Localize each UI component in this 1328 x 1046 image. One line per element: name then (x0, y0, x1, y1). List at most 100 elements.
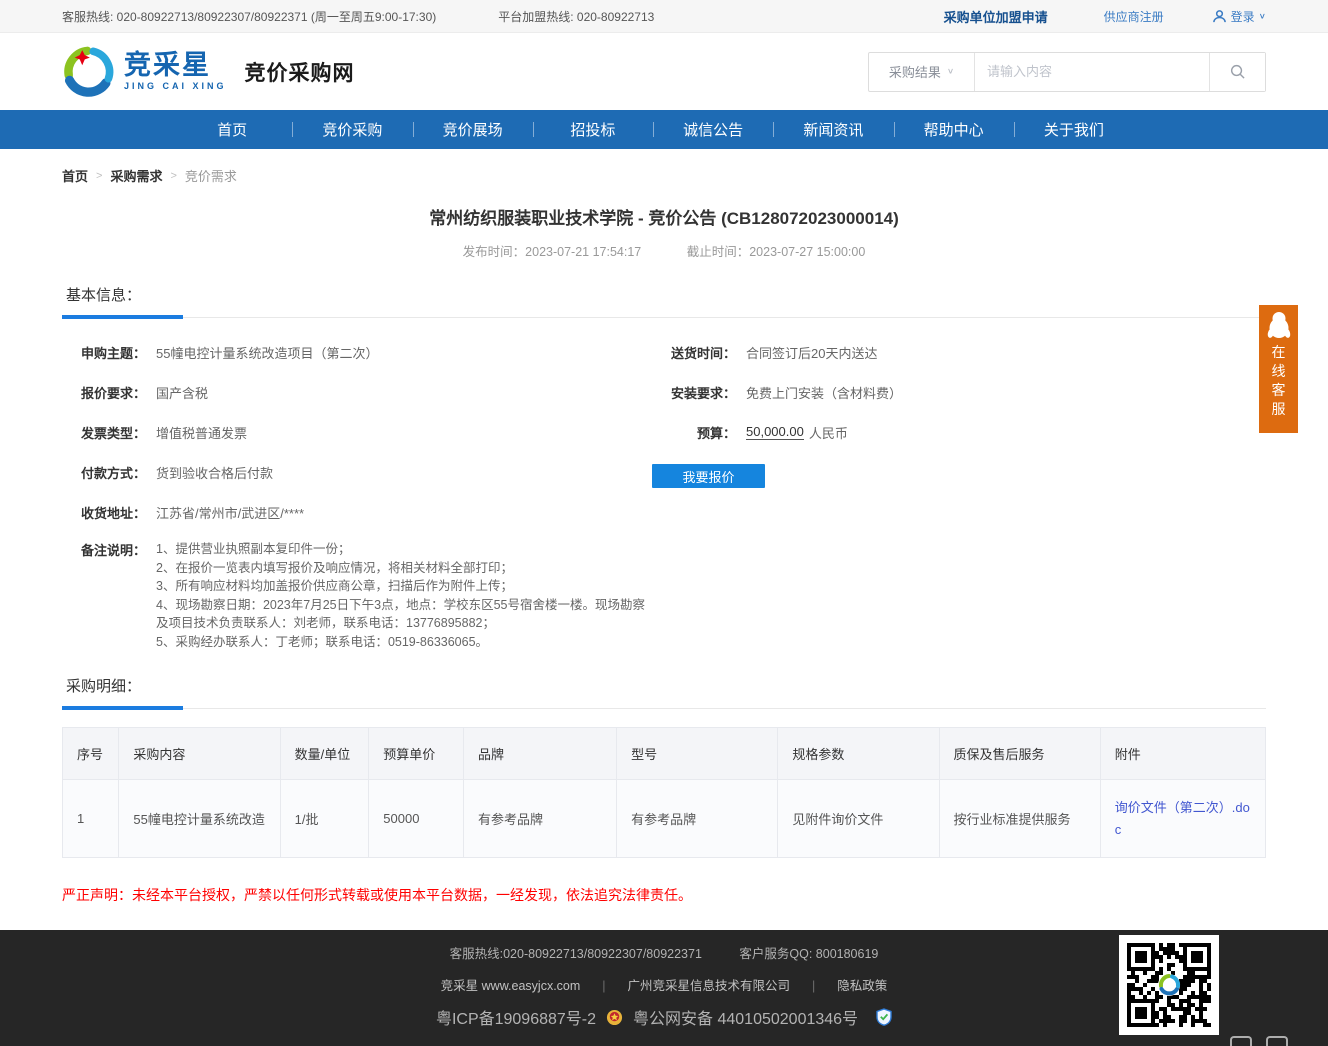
cell-qty-unit: 1/批 (280, 780, 369, 858)
info-row-remarks: 备注说明： 1、提供营业执照副本复印件一份； 2、在报价一览表内填写报价及响应情… (62, 540, 652, 651)
footer: 客服热线:020-80922713/80922307/80922371 客户服务… (0, 930, 1328, 1046)
field-value: 增值税普通发票 (156, 423, 247, 442)
legal-warning: 严正声明：未经本平台授权，严禁以任何形式转载或使用本平台数据，一经发现，依法追究… (62, 885, 1266, 905)
login-link[interactable]: 登录 ∨ (1212, 8, 1266, 25)
cell-seq: 1 (63, 780, 119, 858)
search-category-select[interactable]: 采购结果 ∨ (869, 53, 975, 91)
nav-item-help-center[interactable]: 帮助中心 (894, 110, 1014, 149)
search-button[interactable] (1209, 53, 1265, 91)
remark-line: 2、在报价一览表内填写报价及响应情况，将相关材料全部打印； (156, 559, 652, 578)
field-label: 付款方式： (62, 463, 146, 482)
qq-penguin-icon (1266, 311, 1292, 339)
info-row-payment: 付款方式： 货到验收合格后付款 (62, 452, 652, 492)
purchase-detail-table: 序号 采购内容 数量/单位 预算单价 品牌 型号 规格参数 质保及售后服务 附件… (62, 727, 1266, 858)
topbar: 客服热线: 020-80922713/80922307/80922371 (周一… (0, 0, 1328, 33)
supplier-register-link[interactable]: 供应商注册 (1104, 8, 1164, 25)
footer-link-site[interactable]: 竞采星 www.easyjcx.com (441, 979, 581, 993)
main-nav: 首页 竞价采购 竞价展场 招投标 诚信公告 新闻资讯 帮助中心 关于我们 (0, 110, 1328, 149)
search-box: 采购结果 ∨ (868, 52, 1266, 92)
qr-code (1119, 935, 1219, 1035)
footer-link-privacy[interactable]: 隐私政策 (837, 979, 887, 993)
field-label: 安装要求： (652, 383, 736, 402)
basic-info-grid: 申购主题： 55幢电控计量系统改造项目（第二次） 报价要求： 国产含税 发票类型… (62, 332, 1266, 651)
service-hotline: 客服热线: 020-80922713/80922307/80922371 (周一… (62, 8, 436, 25)
breadcrumb-separator: > (96, 170, 102, 182)
field-value: 免费上门安装（含材料费） (746, 383, 902, 402)
search-icon (1229, 63, 1246, 80)
footer-separator: | (812, 979, 815, 993)
info-row-delivery-address: 收货地址： 江苏省/常州市/武进区/**** (62, 492, 652, 532)
nav-item-bidding-hall[interactable]: 竞价展场 (413, 110, 533, 149)
field-label: 预算： (652, 423, 736, 442)
cell-content: 55幢电控计量系统改造 (119, 780, 280, 858)
breadcrumb: 首页 > 采购需求 > 竞价需求 (62, 166, 1266, 185)
site-logo[interactable]: 竞采星 JING CAI XING (62, 45, 227, 99)
float-toolbar-partial[interactable] (1230, 1036, 1288, 1046)
chevron-down-icon: ∨ (1259, 12, 1266, 21)
col-brand: 品牌 (463, 728, 616, 780)
col-warranty: 质保及售后服务 (939, 728, 1100, 780)
table-row: 1 55幢电控计量系统改造 1/批 50000 有参考品牌 有参考品牌 见附件询… (63, 780, 1266, 858)
nav-item-news[interactable]: 新闻资讯 (773, 110, 893, 149)
field-value: 合同签订后20天内送达 (746, 343, 877, 362)
online-service-tab[interactable]: 在线客服 (1259, 305, 1298, 433)
footer-separator: | (602, 979, 605, 993)
info-row-delivery-time: 送货时间： 合同签订后20天内送达 (652, 332, 1266, 372)
search-input[interactable] (975, 53, 1209, 91)
logo-text: 竞采星 (124, 52, 227, 79)
float-icon[interactable] (1230, 1036, 1252, 1046)
quote-button[interactable]: 我要报价 (652, 464, 765, 488)
online-service-label: 在线客服 (1271, 343, 1287, 419)
login-label: 登录 (1231, 8, 1255, 25)
field-label: 申购主题： (62, 343, 146, 362)
remarks-list: 1、提供营业执照副本复印件一份； 2、在报价一览表内填写报价及响应情况，将相关材… (156, 540, 652, 651)
cell-warranty: 按行业标准提供服务 (939, 780, 1100, 858)
footer-links-line: 竞采星 www.easyjcx.com | 广州竞采星信息技术有限公司 | 隐私政策 (62, 975, 1266, 994)
purchaser-join-link[interactable]: 采购单位加盟申请 (944, 7, 1048, 26)
notice-dates: 发布时间：2023-07-21 17:54:17 截止时间：2023-07-27… (62, 241, 1266, 260)
cell-spec: 见附件询价文件 (778, 780, 939, 858)
search-category-value: 采购结果 (889, 62, 941, 81)
footer-link-company[interactable]: 广州竞采星信息技术有限公司 (628, 979, 791, 993)
col-attachment: 附件 (1100, 728, 1265, 780)
info-row-quote-req: 报价要求： 国产含税 (62, 372, 652, 412)
site-name: 竞价采购网 (245, 57, 355, 87)
cell-attachment: 询价文件（第二次）.doc (1100, 780, 1265, 858)
field-label: 备注说明： (62, 540, 146, 559)
nav-item-about-us[interactable]: 关于我们 (1014, 110, 1134, 149)
breadcrumb-separator: > (170, 170, 176, 182)
chevron-down-icon: ∨ (947, 67, 954, 76)
page-title: 常州纺织服装职业技术学院 - 竞价公告 (CB128072023000014) (62, 204, 1266, 229)
cell-brand: 有参考品牌 (463, 780, 616, 858)
field-value: 江苏省/常州市/武进区/**** (156, 503, 304, 522)
field-value: 国产含税 (156, 383, 208, 402)
nav-item-tender[interactable]: 招投标 (533, 110, 653, 149)
float-icon[interactable] (1266, 1036, 1288, 1046)
platform-hotline: 平台加盟热线: 020-80922713 (498, 8, 654, 25)
footer-qq: 客户服务QQ: 800180619 (739, 947, 878, 961)
table-header-row: 序号 采购内容 数量/单位 预算单价 品牌 型号 规格参数 质保及售后服务 附件 (63, 728, 1266, 780)
remark-line: 4、现场勘察日期：2023年7月25日下午3点，地点：学校东区55号宿舍楼一楼。… (156, 596, 652, 633)
footer-hotline-line: 客服热线:020-80922713/80922307/80922371 客户服务… (62, 930, 1266, 962)
info-row-budget: 预算： 50,000.00 人民币 (652, 412, 1266, 452)
info-row-subject: 申购主题： 55幢电控计量系统改造项目（第二次） (62, 332, 652, 372)
site-header: 竞采星 JING CAI XING 竞价采购网 采购结果 ∨ (0, 33, 1328, 110)
budget-currency: 人民币 (809, 423, 848, 442)
footer-police-record[interactable]: 粤公网安备 44010502001346号 (633, 1005, 858, 1029)
col-qty-unit: 数量/单位 (280, 728, 369, 780)
breadcrumb-purchase-demand[interactable]: 采购需求 (110, 166, 162, 185)
logo-subtext: JING CAI XING (124, 82, 227, 91)
attachment-link[interactable]: 询价文件（第二次）.doc (1115, 800, 1250, 837)
col-content: 采购内容 (119, 728, 280, 780)
footer-icp[interactable]: 粤ICP备19096887号-2 (436, 1005, 596, 1029)
breadcrumb-home[interactable]: 首页 (62, 166, 88, 185)
col-budget-price: 预算单价 (369, 728, 464, 780)
nav-item-bidding-purchase[interactable]: 竞价采购 (292, 110, 412, 149)
nav-item-integrity-notice[interactable]: 诚信公告 (653, 110, 773, 149)
remark-line: 5、采购经办联系人：丁老师；联系电话：0519-86336065。 (156, 633, 652, 652)
nav-item-home[interactable]: 首页 (172, 110, 292, 149)
deadline-time: 截止时间：2023-07-27 15:00:00 (687, 245, 866, 259)
police-badge-icon (606, 1009, 623, 1026)
user-icon (1212, 9, 1227, 24)
remark-line: 1、提供营业执照副本复印件一份； (156, 540, 652, 559)
